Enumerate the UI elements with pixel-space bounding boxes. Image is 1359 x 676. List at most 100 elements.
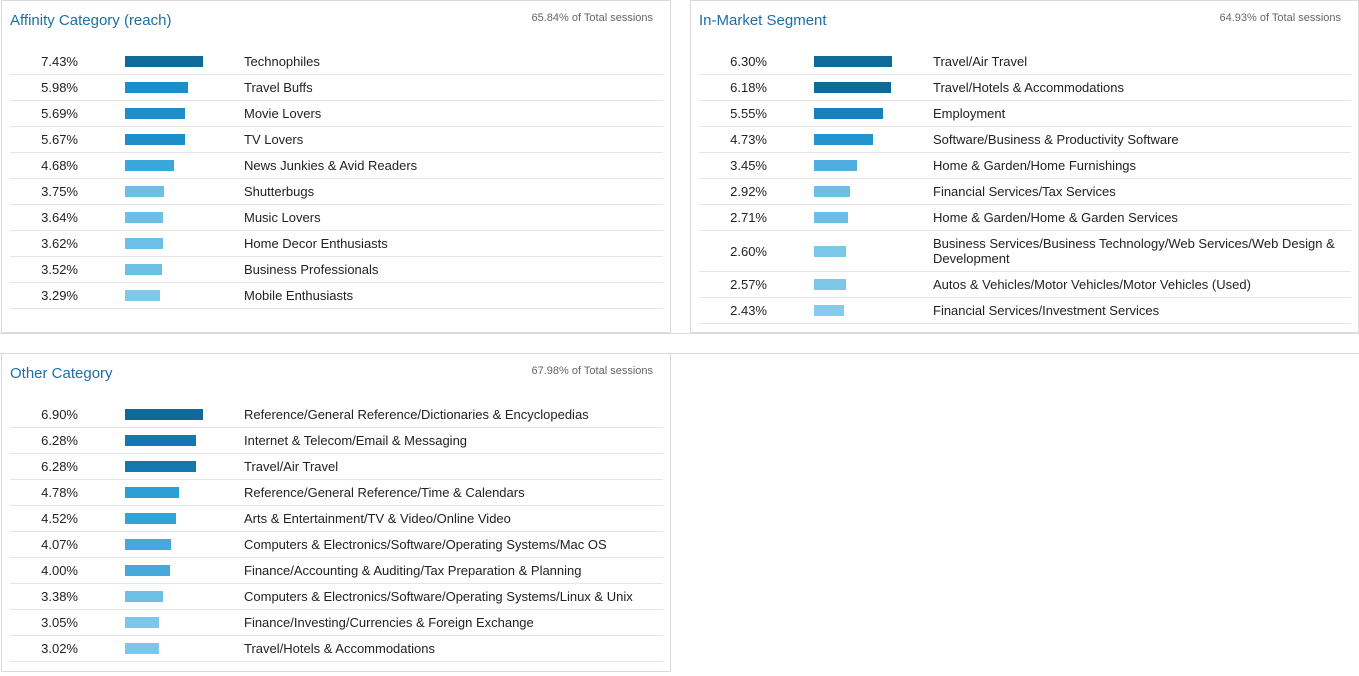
table-row[interactable]: 3.38% Computers & Electronics/Software/Op… xyxy=(10,584,663,610)
table-row[interactable]: 4.07% Computers & Electronics/Software/Op… xyxy=(10,532,663,558)
percent-bar xyxy=(125,643,159,654)
bar-cell xyxy=(78,264,244,275)
segment-label: Computers & Electronics/Software/Operati… xyxy=(244,589,633,604)
panel-title[interactable]: Other Category xyxy=(10,365,113,382)
segment-label: Finance/Accounting & Auditing/Tax Prepar… xyxy=(244,563,582,578)
table-row[interactable]: 3.02% Travel/Hotels & Accommodations xyxy=(10,636,663,662)
table-row[interactable]: 6.90% Reference/General Reference/Diction… xyxy=(10,402,663,428)
segment-label: Financial Services/Investment Services xyxy=(933,303,1160,318)
bar-cell xyxy=(78,643,244,654)
segment-label: Software/Business & Productivity Softwar… xyxy=(933,132,1179,147)
panel-title[interactable]: In-Market Segment xyxy=(699,12,827,29)
bar-cell xyxy=(78,617,244,628)
segment-label: Travel/Air Travel xyxy=(933,54,1028,69)
table-row[interactable]: 4.73% Software/Business & Productivity So… xyxy=(699,127,1351,153)
percent-value: 3.64% xyxy=(41,210,78,225)
bar-cell xyxy=(78,513,244,524)
percent-value: 2.60% xyxy=(730,243,767,259)
other-category-rows: 6.90% Reference/General Reference/Diction… xyxy=(10,402,663,662)
percent-bar xyxy=(125,108,185,119)
percent-value: 3.38% xyxy=(41,589,78,604)
percent-value: 3.29% xyxy=(41,288,78,303)
table-row[interactable]: 3.62% Home Decor Enthusiasts xyxy=(10,231,663,257)
percent-bar xyxy=(814,305,844,316)
segment-label: Shutterbugs xyxy=(244,184,315,199)
segment-label: Travel/Hotels & Accommodations xyxy=(933,80,1124,95)
table-row[interactable]: 6.30% Travel/Air Travel xyxy=(699,49,1351,75)
table-row[interactable]: 3.45% Home & Garden/Home Furnishings xyxy=(699,153,1351,179)
bar-cell xyxy=(78,186,244,197)
percent-bar xyxy=(125,212,163,223)
percent-value: 3.45% xyxy=(730,158,767,173)
segment-label: Movie Lovers xyxy=(244,106,322,121)
table-row[interactable]: 2.43% Financial Services/Investment Servi… xyxy=(699,298,1351,324)
table-row[interactable]: 4.00% Finance/Accounting & Auditing/Tax P… xyxy=(10,558,663,584)
table-row[interactable]: 4.78% Reference/General Reference/Time & … xyxy=(10,480,663,506)
bar-cell xyxy=(78,565,244,576)
table-row[interactable]: 5.55% Employment xyxy=(699,101,1351,127)
percent-value: 6.28% xyxy=(41,459,78,474)
table-row[interactable]: 6.28% Travel/Air Travel xyxy=(10,454,663,480)
percent-bar xyxy=(125,539,171,550)
table-row[interactable]: 3.75% Shutterbugs xyxy=(10,179,663,205)
bar-cell xyxy=(767,279,933,290)
table-row[interactable]: 3.29% Mobile Enthusiasts xyxy=(10,283,663,309)
bar-cell xyxy=(78,108,244,119)
table-row[interactable]: 2.60% Business Services/Business Technolo… xyxy=(699,231,1351,272)
segment-label: Travel Buffs xyxy=(244,80,313,95)
percent-value: 2.71% xyxy=(730,210,767,225)
percent-bar xyxy=(814,82,891,93)
table-row[interactable]: 5.69% Movie Lovers xyxy=(10,101,663,127)
table-row[interactable]: 2.71% Home & Garden/Home & Garden Service… xyxy=(699,205,1351,231)
table-row[interactable]: 2.57% Autos & Vehicles/Motor Vehicles/Mot… xyxy=(699,272,1351,298)
percent-value: 3.02% xyxy=(41,641,78,656)
bar-cell xyxy=(767,186,933,197)
percent-bar xyxy=(125,461,196,472)
percent-value: 3.62% xyxy=(41,236,78,251)
table-row[interactable]: 2.92% Financial Services/Tax Services xyxy=(699,179,1351,205)
table-row[interactable]: 6.18% Travel/Hotels & Accommodations xyxy=(699,75,1351,101)
table-row[interactable]: 4.68% News Junkies & Avid Readers xyxy=(10,153,663,179)
table-row[interactable]: 3.52% Business Professionals xyxy=(10,257,663,283)
bar-cell xyxy=(78,487,244,498)
bar-cell xyxy=(78,134,244,145)
percent-value: 6.30% xyxy=(730,54,767,69)
panel-title[interactable]: Affinity Category (reach) xyxy=(10,12,171,29)
percent-value: 2.57% xyxy=(730,277,767,292)
percent-bar xyxy=(814,134,873,145)
percent-bar xyxy=(125,82,188,93)
table-row[interactable]: 6.28% Internet & Telecom/Email & Messagin… xyxy=(10,428,663,454)
table-row[interactable]: 5.67% TV Lovers xyxy=(10,127,663,153)
percent-bar xyxy=(125,264,162,275)
bar-cell xyxy=(78,435,244,446)
segment-label: Home Decor Enthusiasts xyxy=(244,236,388,251)
table-row[interactable]: 4.52% Arts & Entertainment/TV & Video/Onl… xyxy=(10,506,663,532)
percent-value: 5.69% xyxy=(41,106,78,121)
percent-bar xyxy=(125,513,176,524)
segment-label: Business Professionals xyxy=(244,262,379,277)
bar-cell xyxy=(767,56,933,67)
in-market-rows: 6.30% Travel/Air Travel 6.18% Travel/Hotels… xyxy=(699,49,1351,324)
percent-value: 2.92% xyxy=(730,184,767,199)
bar-cell xyxy=(78,539,244,550)
segment-label: Business Services/Business Technology/We… xyxy=(933,236,1335,266)
other-category-panel: Other Category 67.98% of Total sessions … xyxy=(1,353,671,672)
bar-cell xyxy=(767,82,933,93)
percent-value: 5.67% xyxy=(41,132,78,147)
affinity-rows: 7.43% Technophiles 5.98% Travel Buffs 5.69% M… xyxy=(10,49,663,309)
percent-bar xyxy=(125,435,196,446)
table-row[interactable]: 3.64% Music Lovers xyxy=(10,205,663,231)
percent-value: 3.05% xyxy=(41,615,78,630)
percent-value: 4.68% xyxy=(41,158,78,173)
percent-value: 2.43% xyxy=(730,303,767,318)
percent-value: 7.43% xyxy=(41,54,78,69)
table-row[interactable]: 3.05% Finance/Investing/Currencies & Fore… xyxy=(10,610,663,636)
segment-label: News Junkies & Avid Readers xyxy=(244,158,418,173)
table-row[interactable]: 5.98% Travel Buffs xyxy=(10,75,663,101)
percent-bar xyxy=(814,160,857,171)
segment-label: Travel/Air Travel xyxy=(244,459,339,474)
bar-cell xyxy=(767,134,933,145)
table-row[interactable]: 7.43% Technophiles xyxy=(10,49,663,75)
segment-label: Music Lovers xyxy=(244,210,321,225)
percent-bar xyxy=(125,409,203,420)
